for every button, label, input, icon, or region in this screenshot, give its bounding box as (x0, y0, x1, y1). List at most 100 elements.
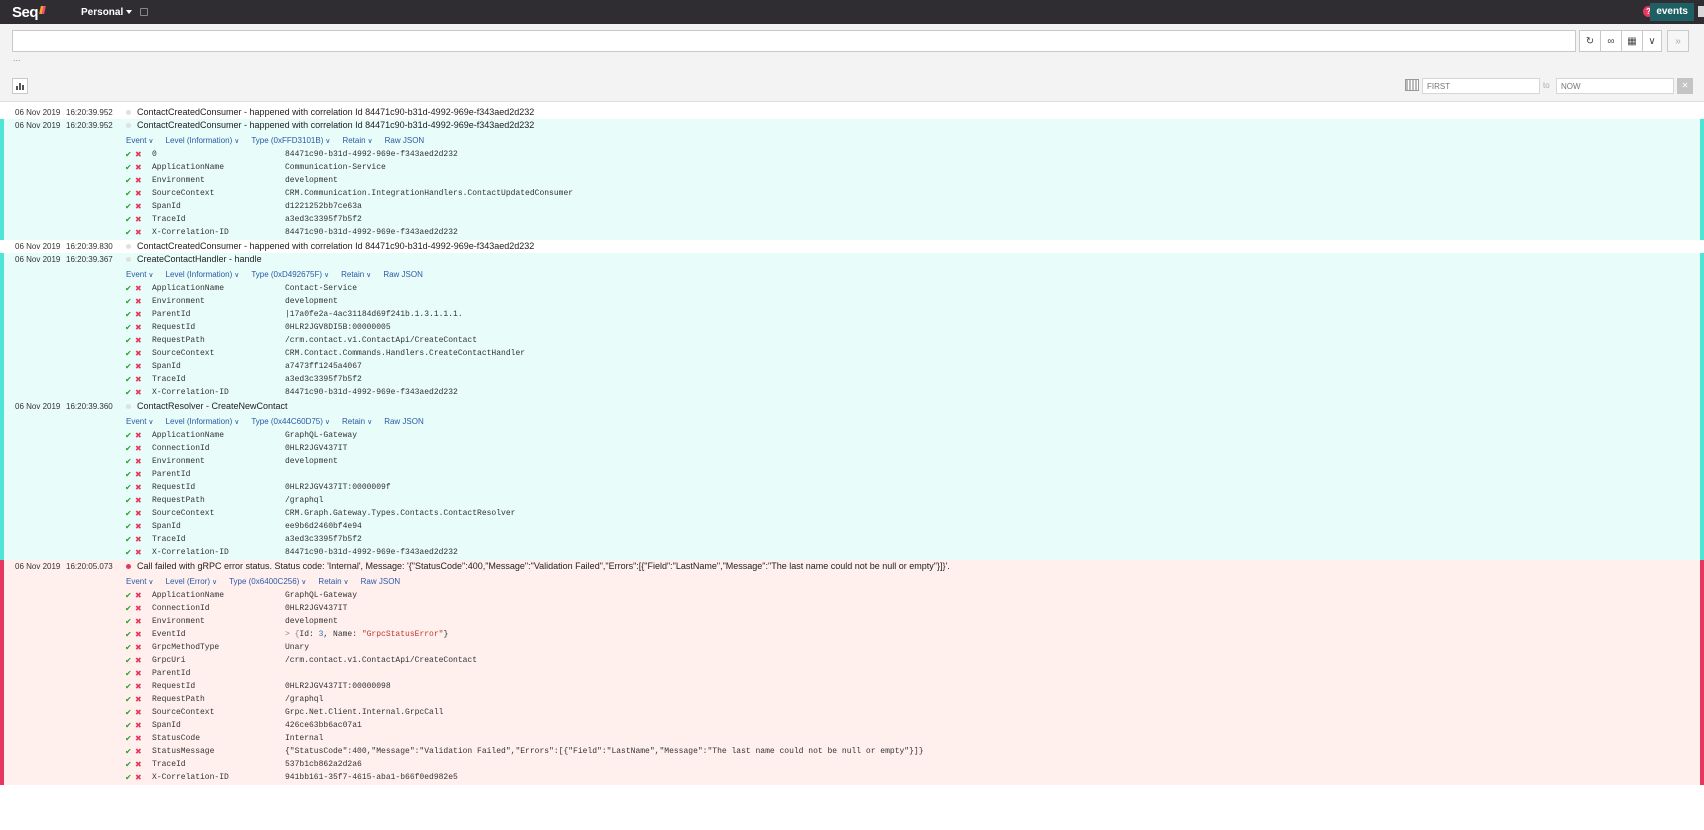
type-menu[interactable]: Type (0xD492675F) (251, 270, 329, 279)
include-filter-icon[interactable]: ✔ (125, 507, 132, 520)
retain-menu[interactable]: Retain (342, 417, 372, 426)
include-filter-icon[interactable]: ✔ (125, 174, 132, 187)
include-filter-icon[interactable]: ✔ (125, 758, 132, 771)
layout-button[interactable]: ▦ (1621, 30, 1643, 52)
retain-menu[interactable]: Retain (318, 577, 348, 586)
exclude-filter-icon[interactable]: ✖ (135, 213, 142, 226)
exclude-filter-icon[interactable]: ✖ (135, 719, 142, 732)
include-filter-icon[interactable]: ✔ (125, 693, 132, 706)
include-filter-icon[interactable]: ✔ (125, 520, 132, 533)
include-filter-icon[interactable]: ✔ (125, 719, 132, 732)
include-filter-icon[interactable]: ✔ (125, 373, 132, 386)
more-options-button[interactable]: ∨ (1642, 30, 1662, 52)
include-filter-icon[interactable]: ✔ (125, 308, 132, 321)
exclude-filter-icon[interactable]: ✖ (135, 589, 142, 602)
exclude-filter-icon[interactable]: ✖ (135, 602, 142, 615)
type-menu[interactable]: Type (0x6400C256) (229, 577, 306, 586)
include-filter-icon[interactable]: ✔ (125, 455, 132, 468)
date-to-input[interactable] (1556, 78, 1674, 94)
histogram-button[interactable] (12, 78, 28, 94)
include-filter-icon[interactable]: ✔ (125, 654, 132, 667)
expand-icon[interactable]: > { (285, 630, 299, 639)
include-filter-icon[interactable]: ✔ (125, 628, 132, 641)
exclude-filter-icon[interactable]: ✖ (135, 442, 142, 455)
level-menu[interactable]: Level (Error) (166, 577, 218, 586)
include-filter-icon[interactable]: ✔ (125, 641, 132, 654)
calendar-icon[interactable] (1405, 79, 1419, 91)
include-filter-icon[interactable]: ✔ (125, 334, 132, 347)
exclude-filter-icon[interactable]: ✖ (135, 507, 142, 520)
include-filter-icon[interactable]: ✔ (125, 161, 132, 174)
exclude-filter-icon[interactable]: ✖ (135, 282, 142, 295)
exclude-filter-icon[interactable]: ✖ (135, 641, 142, 654)
exclude-filter-icon[interactable]: ✖ (135, 628, 142, 641)
type-menu[interactable]: Type (0x44C60D75) (251, 417, 330, 426)
event-row[interactable]: 06 Nov 2019 16:20:39.360 ContactResolver… (0, 400, 1704, 413)
exclude-filter-icon[interactable]: ✖ (135, 615, 142, 628)
raw-json-link[interactable]: Raw JSON (384, 417, 424, 426)
exclude-filter-icon[interactable]: ✖ (135, 334, 142, 347)
exclude-filter-icon[interactable]: ✖ (135, 654, 142, 667)
event-row[interactable]: 06 Nov 2019 16:20:39.830 ContactCreatedC… (0, 240, 1704, 253)
nav-events[interactable]: events (1650, 3, 1694, 21)
include-filter-icon[interactable]: ✔ (125, 200, 132, 213)
exclude-filter-icon[interactable]: ✖ (135, 174, 142, 187)
tail-button[interactable]: » (1667, 30, 1689, 52)
refresh-button[interactable]: ↻ (1579, 30, 1601, 52)
exclude-filter-icon[interactable]: ✖ (135, 308, 142, 321)
exclude-filter-icon[interactable]: ✖ (135, 148, 142, 161)
include-filter-icon[interactable]: ✔ (125, 468, 132, 481)
retain-menu[interactable]: Retain (342, 136, 372, 145)
exclude-filter-icon[interactable]: ✖ (135, 680, 142, 693)
include-filter-icon[interactable]: ✔ (125, 732, 132, 745)
level-menu[interactable]: Level (Information) (166, 270, 240, 279)
include-filter-icon[interactable]: ✔ (125, 680, 132, 693)
seq-logo[interactable]: Seq (12, 4, 46, 21)
raw-json-link[interactable]: Raw JSON (385, 136, 425, 145)
exclude-filter-icon[interactable]: ✖ (135, 494, 142, 507)
include-filter-icon[interactable]: ✔ (125, 546, 132, 559)
raw-json-link[interactable]: Raw JSON (361, 577, 401, 586)
exclude-filter-icon[interactable]: ✖ (135, 706, 142, 719)
event-row[interactable]: 06 Nov 2019 16:20:39.367 CreateContactHa… (0, 253, 1704, 266)
include-filter-icon[interactable]: ✔ (125, 667, 132, 680)
exclude-filter-icon[interactable]: ✖ (135, 667, 142, 680)
exclude-filter-icon[interactable]: ✖ (135, 468, 142, 481)
include-filter-icon[interactable]: ✔ (125, 706, 132, 719)
date-from-input[interactable] (1422, 78, 1540, 94)
event-menu[interactable]: Event (126, 577, 154, 586)
include-filter-icon[interactable]: ✔ (125, 148, 132, 161)
exclude-filter-icon[interactable]: ✖ (135, 347, 142, 360)
signal-ellipsis[interactable]: ... (13, 53, 21, 63)
include-filter-icon[interactable]: ✔ (125, 481, 132, 494)
event-menu[interactable]: Event (126, 270, 154, 279)
exclude-filter-icon[interactable]: ✖ (135, 758, 142, 771)
event-row[interactable]: 06 Nov 2019 16:20:39.952 ContactCreatedC… (0, 119, 1704, 132)
exclude-filter-icon[interactable]: ✖ (135, 732, 142, 745)
include-filter-icon[interactable]: ✔ (125, 226, 132, 239)
save-workspace-icon[interactable] (140, 8, 149, 16)
include-filter-icon[interactable]: ✔ (125, 589, 132, 602)
include-filter-icon[interactable]: ✔ (125, 321, 132, 334)
exclude-filter-icon[interactable]: ✖ (135, 481, 142, 494)
event-menu[interactable]: Event (126, 136, 154, 145)
include-filter-icon[interactable]: ✔ (125, 360, 132, 373)
exclude-filter-icon[interactable]: ✖ (135, 455, 142, 468)
exclude-filter-icon[interactable]: ✖ (135, 187, 142, 200)
clear-date-button[interactable]: ✕ (1677, 78, 1693, 94)
include-filter-icon[interactable]: ✔ (125, 386, 132, 399)
event-menu[interactable]: Event (126, 417, 154, 426)
include-filter-icon[interactable]: ✔ (125, 347, 132, 360)
level-menu[interactable]: Level (Information) (166, 136, 240, 145)
search-input[interactable] (12, 30, 1576, 52)
include-filter-icon[interactable]: ✔ (125, 771, 132, 784)
exclude-filter-icon[interactable]: ✖ (135, 161, 142, 174)
nav-overflow-tab[interactable] (1698, 6, 1704, 17)
include-filter-icon[interactable]: ✔ (125, 282, 132, 295)
event-row[interactable]: 06 Nov 2019 16:20:05.073 Call failed wit… (0, 560, 1704, 573)
exclude-filter-icon[interactable]: ✖ (135, 321, 142, 334)
exclude-filter-icon[interactable]: ✖ (135, 533, 142, 546)
include-filter-icon[interactable]: ✔ (125, 494, 132, 507)
exclude-filter-icon[interactable]: ✖ (135, 520, 142, 533)
level-menu[interactable]: Level (Information) (166, 417, 240, 426)
